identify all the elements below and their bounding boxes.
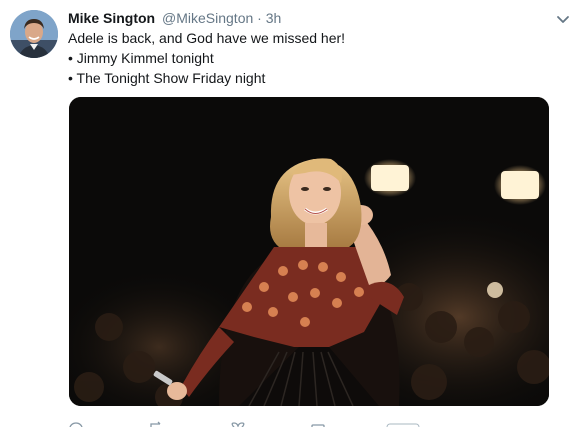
reply-icon[interactable] [68, 419, 84, 427]
tweet[interactable]: Mike Sington @MikeSington · 3h Adele is … [0, 0, 584, 427]
avatar[interactable] [10, 10, 58, 58]
message-icon[interactable] [310, 419, 326, 427]
chevron-down-icon[interactable] [556, 12, 570, 23]
tweet-text: Adele is back, and God have we missed he… [68, 28, 345, 88]
timestamp[interactable]: 3h [266, 10, 282, 26]
author-handle[interactable]: @MikeSington [162, 10, 253, 26]
tweet-photo[interactable] [69, 97, 549, 406]
heart-icon[interactable] [230, 419, 246, 427]
separator-dot: · [257, 10, 262, 26]
analytics-badge[interactable] [386, 419, 420, 427]
tweet-text-line: • The Tonight Show Friday night [68, 70, 266, 86]
tweet-text-line: Adele is back, and God have we missed he… [68, 30, 346, 46]
tweet-text-line: • Jimmy Kimmel tonight [68, 50, 214, 66]
author-name[interactable]: Mike Sington [68, 10, 155, 26]
tweet-header: Mike Sington @MikeSington · 3h [68, 9, 281, 27]
retweet-icon[interactable] [148, 419, 166, 427]
tweet-actions [68, 419, 488, 427]
